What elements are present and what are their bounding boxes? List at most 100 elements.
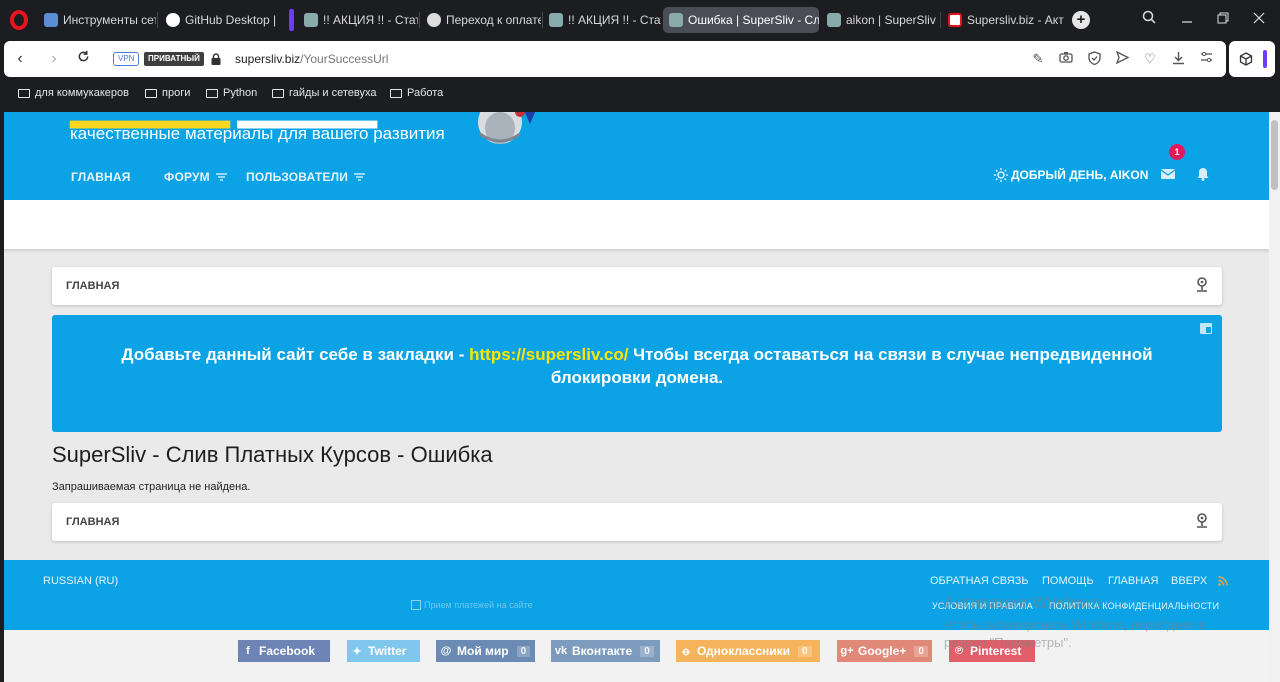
map-pin-icon[interactable] bbox=[1196, 277, 1208, 293]
forward-icon[interactable]: › bbox=[44, 49, 64, 69]
odnoklassniki-icon: ꝋ bbox=[682, 645, 690, 658]
share-count: 0 bbox=[516, 645, 531, 657]
search-tabs-icon[interactable] bbox=[1138, 9, 1160, 31]
rss-icon[interactable] bbox=[1218, 576, 1228, 586]
bookmark-folder-work[interactable]: Работа bbox=[390, 87, 443, 99]
footer-top-link[interactable]: ВВЕРХ bbox=[1171, 575, 1207, 587]
reload-icon[interactable] bbox=[73, 49, 93, 69]
share-count: 0 bbox=[914, 645, 928, 657]
favicon-icon bbox=[44, 13, 58, 27]
heart-icon[interactable]: ♡ bbox=[1142, 51, 1158, 67]
tab-tools[interactable]: Инструменты сете bbox=[38, 7, 156, 33]
broken-image-icon bbox=[411, 600, 421, 610]
at-sign-icon: @ bbox=[440, 645, 452, 657]
tab-supersliv-biz[interactable]: Supersliv.biz - Акт bbox=[942, 7, 1064, 33]
dismiss-notice-icon[interactable] bbox=[1200, 323, 1212, 334]
address-bar: ‹ › VPN ПРИВАТНЫЙ supersliv.biz/YourSucc… bbox=[4, 41, 1226, 77]
breadcrumb-bottom: ГЛАВНАЯ bbox=[52, 503, 1222, 541]
language-selector[interactable]: RUSSIAN (RU) bbox=[43, 575, 118, 587]
share-odnoklassniki-button[interactable]: ꝋ Одноклассники 0 bbox=[676, 640, 820, 662]
header-spacer-band bbox=[4, 200, 1269, 249]
footer-home-link[interactable]: ГЛАВНАЯ bbox=[1108, 575, 1158, 587]
windows-activation-hint: Чтобы активировать Windows, перейдите в … bbox=[944, 617, 1206, 650]
tab-promo-2[interactable]: !! АКЦИЯ !! - Стат bbox=[543, 7, 661, 33]
filter-icon bbox=[215, 173, 227, 181]
github-icon bbox=[166, 13, 180, 27]
cube-icon bbox=[1239, 52, 1253, 66]
folder-icon bbox=[390, 88, 402, 98]
error-message: Запрашиваемая страница не найдена. bbox=[52, 481, 251, 493]
folder-icon bbox=[145, 88, 157, 98]
folder-icon bbox=[18, 88, 30, 98]
bell-icon[interactable] bbox=[1195, 167, 1211, 181]
tab-checkout[interactable]: Переход к оплате bbox=[421, 7, 541, 33]
facebook-icon: f bbox=[246, 645, 250, 657]
page-viewport: ▂▂▂▂▂▂▂▂ ▂▂▂▂▂▂▂ качественные материалы … bbox=[4, 112, 1269, 682]
footer-feedback-link[interactable]: ОБРАТНАЯ СВЯЗЬ bbox=[930, 575, 1029, 587]
tab-group-indicator bbox=[289, 9, 294, 31]
footer-help-link[interactable]: ПОМОЩЬ bbox=[1042, 575, 1094, 587]
bookmark-folder-python[interactable]: Python bbox=[206, 87, 257, 99]
folder-icon bbox=[272, 88, 284, 98]
back-icon[interactable]: ‹ bbox=[10, 49, 30, 69]
tab-promo-1[interactable]: !! АКЦИЯ !! - Стат bbox=[298, 7, 418, 33]
new-tab-button[interactable]: + bbox=[1072, 11, 1090, 29]
bookmark-folder-programs[interactable]: проги bbox=[145, 87, 190, 99]
vk-icon: vk bbox=[554, 645, 568, 657]
close-window-icon[interactable] bbox=[1248, 9, 1270, 31]
page-scrollbar[interactable] bbox=[1269, 112, 1280, 682]
send-icon[interactable] bbox=[1114, 50, 1130, 67]
share-vkontakte-button[interactable]: vk Вконтакте 0 bbox=[551, 640, 660, 662]
lock-icon[interactable] bbox=[211, 53, 221, 65]
google-plus-icon: g+ bbox=[840, 645, 854, 657]
breadcrumb: ГЛАВНАЯ bbox=[52, 267, 1222, 305]
share-facebook-button[interactable]: f Facebook bbox=[238, 640, 330, 662]
download-icon[interactable] bbox=[1170, 51, 1186, 67]
favicon-icon bbox=[304, 13, 318, 27]
tab-aikon[interactable]: aikon | SuperSliv - bbox=[821, 7, 939, 33]
bookmark-notice-banner: Добавьте данный сайт себе в закладки - h… bbox=[52, 315, 1222, 432]
nav-users[interactable]: ПОЛЬЗОВАТЕЛИ bbox=[246, 170, 366, 184]
nav-home[interactable]: ГЛАВНАЯ bbox=[71, 170, 131, 184]
share-googleplus-button[interactable]: g+ Google+ 0 bbox=[837, 640, 932, 662]
opera-logo-icon[interactable] bbox=[10, 10, 28, 30]
supersliv-favicon-icon bbox=[948, 13, 962, 27]
edit-icon[interactable]: ✎ bbox=[1030, 51, 1046, 67]
user-greeting-menu[interactable]: ДОБРЫЙ ДЕНЬ, AIKON bbox=[994, 168, 1148, 182]
payment-image-broken[interactable]: Прием платежей на сайте bbox=[411, 600, 533, 610]
windows-activation-watermark: Активация Windows bbox=[944, 593, 1101, 612]
vpn-badge[interactable]: VPN bbox=[113, 52, 140, 66]
bookmark-folder-guides[interactable]: гайды и сетевуха bbox=[272, 87, 377, 99]
mail-icon[interactable] bbox=[1160, 167, 1176, 181]
site-header: ▂▂▂▂▂▂▂▂ ▂▂▂▂▂▂▂ качественные материалы … bbox=[4, 112, 1269, 200]
tab-error-supersliv[interactable]: Ошибка | SuperSliv - Слив bbox=[663, 7, 819, 33]
shield-icon[interactable] bbox=[1086, 51, 1102, 67]
private-mode-badge: ПРИВАТНЫЙ bbox=[144, 52, 204, 66]
favicon-icon bbox=[669, 13, 683, 27]
notification-count-badge: 1 bbox=[1169, 144, 1185, 160]
share-count: 0 bbox=[798, 645, 812, 657]
notice-text: Добавьте данный сайт себе в закладки - h… bbox=[121, 345, 1153, 387]
url-field[interactable]: supersliv.biz/YourSuccessUrl bbox=[235, 52, 388, 66]
page-title: SuperSliv - Слив Платных Курсов - Ошибка bbox=[52, 442, 493, 467]
breadcrumb-home-link[interactable]: ГЛАВНАЯ bbox=[66, 280, 119, 292]
map-pin-icon[interactable] bbox=[1196, 513, 1208, 529]
camera-icon[interactable] bbox=[1058, 51, 1074, 67]
share-moimir-button[interactable]: @ Мой мир 0 bbox=[436, 640, 535, 662]
share-count: 0 bbox=[640, 645, 654, 657]
share-twitter-button[interactable]: ✦ Twitter bbox=[347, 640, 420, 662]
folder-icon bbox=[206, 88, 218, 98]
nav-forum[interactable]: ФОРУМ bbox=[164, 170, 227, 184]
extensions-button[interactable] bbox=[1229, 41, 1275, 77]
favicon-icon bbox=[827, 13, 841, 27]
breadcrumb-home-link[interactable]: ГЛАВНАЯ bbox=[66, 516, 119, 528]
globe-icon bbox=[427, 13, 441, 27]
mirror-site-link[interactable]: https://supersliv.co/ bbox=[469, 345, 628, 364]
tab-github-desktop[interactable]: GitHub Desktop | S bbox=[160, 7, 280, 33]
filter-icon bbox=[354, 173, 366, 181]
restore-icon[interactable] bbox=[1212, 9, 1234, 31]
scrollbar-thumb[interactable] bbox=[1271, 120, 1278, 190]
bookmark-folder-communicators[interactable]: для коммукакеров bbox=[18, 87, 129, 99]
minimize-icon[interactable] bbox=[1176, 9, 1198, 31]
easy-setup-icon[interactable] bbox=[1198, 51, 1214, 67]
